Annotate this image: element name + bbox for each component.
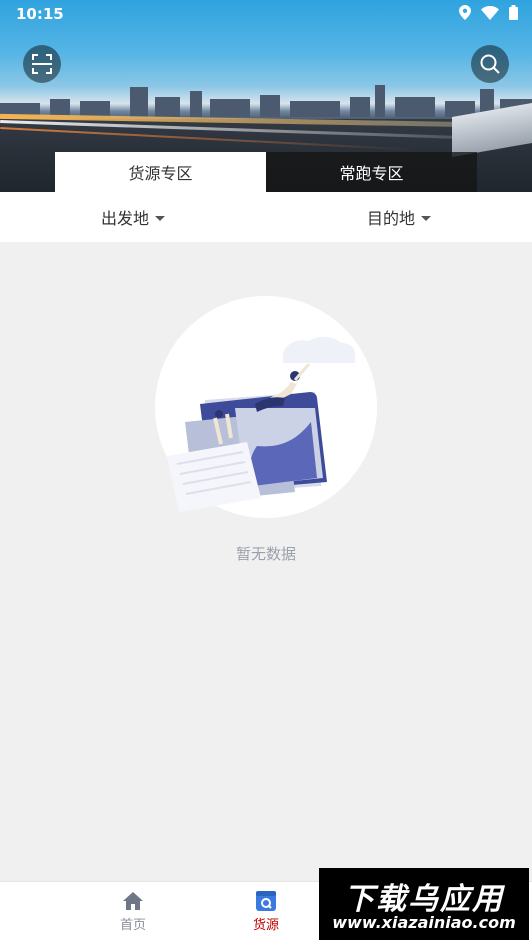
empty-state-text: 暂无数据 xyxy=(235,545,296,563)
destination-filter[interactable]: 目的地 xyxy=(266,192,532,242)
watermark-title: 下载乌应用 xyxy=(344,882,504,917)
scan-icon xyxy=(32,54,52,74)
status-icons xyxy=(459,5,518,20)
tab-frequent-route-zone[interactable]: 常跑专区 xyxy=(266,152,477,192)
tab-cargo-zone[interactable]: 货源专区 xyxy=(55,152,266,192)
empty-folder-illustration xyxy=(167,336,355,512)
search-button[interactable] xyxy=(471,45,509,83)
nav-item-cargo-source[interactable]: 货源 xyxy=(226,890,306,933)
status-time: 10:15 xyxy=(16,5,64,23)
nav-item-home[interactable]: 首页 xyxy=(93,890,173,933)
cargo-source-icon xyxy=(256,891,276,911)
scan-button[interactable] xyxy=(23,45,61,83)
caret-down-icon xyxy=(421,215,431,221)
city-skyline-image xyxy=(0,85,532,117)
destination-filter-label: 目的地 xyxy=(366,209,415,228)
status-bar: 10:15 xyxy=(0,0,532,28)
zone-tabs: 货源专区 常跑专区 xyxy=(55,152,477,192)
location-icon xyxy=(459,5,471,20)
watermark-url: www.xiazainiao.com xyxy=(332,913,516,932)
wifi-icon xyxy=(481,5,499,20)
battery-icon xyxy=(509,5,518,20)
nav-item-home-label: 首页 xyxy=(119,918,146,933)
origin-filter[interactable]: 出发地 xyxy=(0,192,266,242)
home-icon xyxy=(123,892,143,910)
filter-bar: 出发地 目的地 xyxy=(0,192,532,242)
origin-filter-label: 出发地 xyxy=(100,209,149,228)
watermark-logo: 下载乌应用 www.xiazainiao.com xyxy=(319,868,529,940)
search-icon xyxy=(480,54,500,74)
nav-item-cargo-source-label: 货源 xyxy=(252,918,279,933)
caret-down-icon xyxy=(155,215,165,221)
empty-state-illustration xyxy=(155,296,377,518)
